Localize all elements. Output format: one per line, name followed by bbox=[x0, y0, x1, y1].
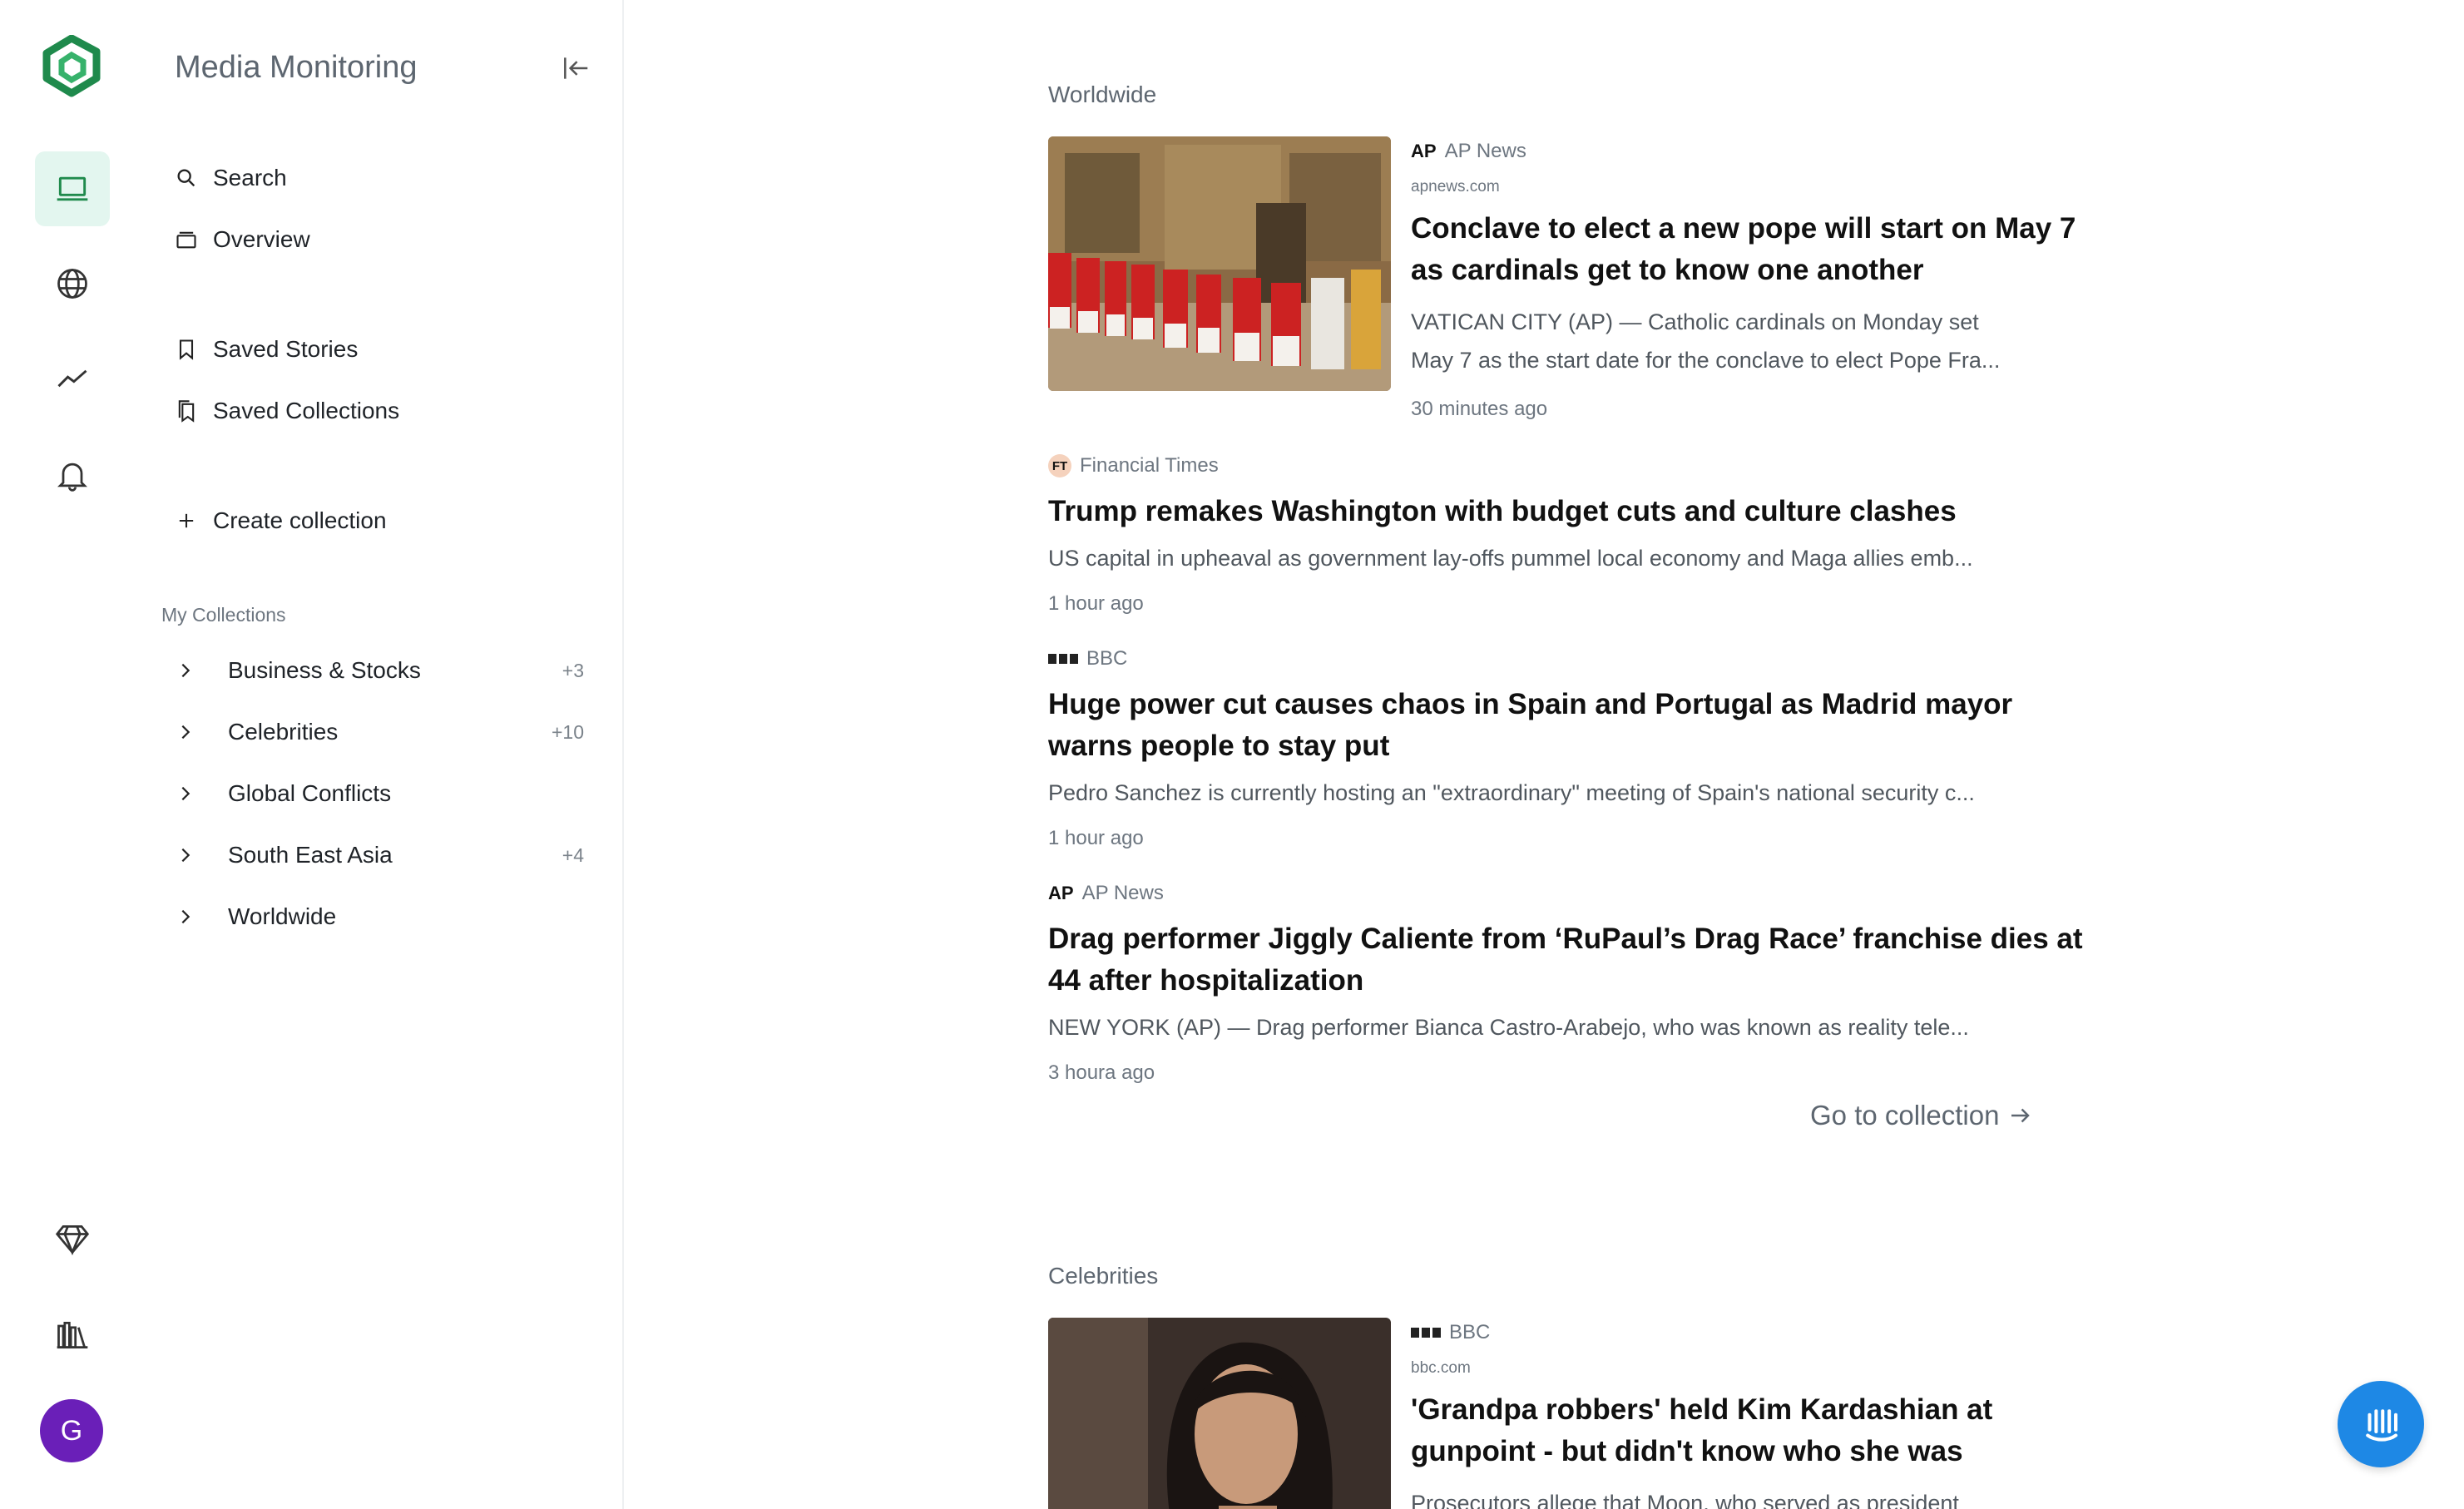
globe-icon[interactable] bbox=[35, 246, 110, 321]
go-to-collection-link[interactable]: Go to collection bbox=[1810, 1100, 2032, 1131]
chevron-right-icon bbox=[176, 908, 213, 926]
collection-label: South East Asia bbox=[228, 842, 393, 868]
story-time: 30 minutes ago bbox=[1411, 398, 1548, 420]
search-icon bbox=[177, 169, 195, 187]
ap-logo-icon: AP bbox=[1411, 141, 1437, 161]
story-snippet: VATICAN CITY (AP) — Catholic cardinals o… bbox=[1411, 309, 1979, 334]
collection-label: Worldwide bbox=[228, 903, 337, 929]
collection-item[interactable]: Global Conflicts bbox=[176, 770, 592, 817]
story-snippet: Prosecutors allege that Moon, who served… bbox=[1411, 1491, 1959, 1509]
story-headline[interactable]: Trump remakes Washington with budget cut… bbox=[1048, 491, 2096, 532]
story-source[interactable]: BBC bbox=[1048, 647, 1127, 670]
trend-icon[interactable] bbox=[35, 341, 110, 416]
story-time: 1 hour ago bbox=[1048, 592, 1144, 615]
source-name: AP News bbox=[1444, 140, 1526, 162]
bookmarks-icon bbox=[178, 400, 195, 423]
story-thumbnail[interactable] bbox=[1048, 1318, 1391, 1509]
nav-label: Create collection bbox=[213, 507, 387, 533]
go-to-collection-label: Go to collection bbox=[1810, 1100, 2000, 1131]
collection-heading: Worldwide bbox=[1048, 82, 1157, 107]
story-time: 3 houra ago bbox=[1048, 1061, 1155, 1084]
create-collection-button[interactable]: Create collection bbox=[175, 497, 387, 544]
collection-item[interactable]: Celebrities +10 bbox=[176, 709, 592, 755]
story-snippet: May 7 as the start date for the conclave… bbox=[1411, 348, 2001, 373]
sidebar: Media Monitoring Search Overview Saved S… bbox=[143, 0, 624, 1509]
assistant-icon bbox=[2366, 1409, 2398, 1442]
story-source[interactable]: FT Financial Times bbox=[1048, 454, 1219, 477]
story-source[interactable]: AP AP News bbox=[1411, 140, 1526, 163]
collection-item[interactable]: South East Asia +4 bbox=[176, 832, 592, 878]
story-snippet: Pedro Sanchez is currently hosting an "e… bbox=[1048, 780, 1975, 805]
collection-label: Celebrities bbox=[228, 719, 339, 745]
logo-icon[interactable] bbox=[40, 34, 103, 98]
story-time: 1 hour ago bbox=[1048, 827, 1144, 849]
story-source[interactable]: BBC bbox=[1411, 1321, 1490, 1344]
nav-label: Saved Collections bbox=[213, 398, 400, 423]
story-snippet: US capital in upheaval as government lay… bbox=[1048, 546, 1973, 571]
story-domain: bbc.com bbox=[1411, 1359, 1471, 1377]
collection-heading: Celebrities bbox=[1048, 1263, 1159, 1289]
my-collections-label: My Collections bbox=[161, 604, 286, 626]
collection-item[interactable]: Worldwide bbox=[176, 893, 592, 940]
source-name: BBC bbox=[1086, 647, 1128, 670]
chevron-right-icon bbox=[176, 723, 213, 741]
bell-icon[interactable] bbox=[35, 438, 110, 512]
source-name: Financial Times bbox=[1080, 454, 1219, 477]
story-domain: apnews.com bbox=[1411, 178, 1500, 195]
story-headline[interactable]: 'Grandpa robbers' held Kim Kardashian at… bbox=[1411, 1389, 2076, 1472]
icon-rail: G bbox=[0, 0, 145, 1509]
source-name: BBC bbox=[1449, 1321, 1491, 1343]
bbc-logo-icon bbox=[1048, 654, 1078, 664]
collection-label: Global Conflicts bbox=[228, 780, 392, 806]
nav-label: Saved Stories bbox=[213, 336, 359, 362]
chevron-right-icon bbox=[176, 784, 213, 803]
story-thumbnail[interactable] bbox=[1048, 136, 1391, 391]
bbc-logo-icon bbox=[1411, 1328, 1441, 1338]
plus-icon bbox=[179, 513, 194, 528]
story-headline[interactable]: Huge power cut causes chaos in Spain and… bbox=[1048, 684, 2096, 767]
nav-search[interactable]: Search bbox=[175, 155, 287, 201]
collection-count: +10 bbox=[551, 720, 584, 743]
story-headline[interactable]: Drag performer Jiggly Caliente from ‘RuP… bbox=[1048, 918, 2096, 1002]
overview-icon bbox=[176, 231, 196, 249]
nav-label: Overview bbox=[213, 226, 310, 252]
diamond-icon[interactable] bbox=[35, 1201, 110, 1276]
nav-label: Search bbox=[213, 165, 287, 190]
story-source[interactable]: AP AP News bbox=[1048, 882, 1164, 905]
story-headline[interactable]: Conclave to elect a new pope will start … bbox=[1411, 208, 2093, 291]
collection-count: +4 bbox=[562, 844, 584, 866]
chat-assistant-button[interactable] bbox=[2338, 1381, 2424, 1467]
arrow-right-icon bbox=[2011, 1108, 2031, 1123]
collapse-left-icon bbox=[564, 57, 588, 79]
ap-logo-icon: AP bbox=[1048, 883, 1074, 903]
laptop-icon[interactable] bbox=[35, 151, 110, 226]
chevron-right-icon bbox=[176, 661, 213, 680]
collection-count: +3 bbox=[562, 659, 584, 681]
collapse-sidebar-button[interactable] bbox=[556, 48, 596, 88]
nav-saved-stories[interactable]: Saved Stories bbox=[175, 326, 358, 373]
collection-label: Business & Stocks bbox=[228, 657, 421, 683]
collection-item[interactable]: Business & Stocks +3 bbox=[176, 647, 592, 694]
library-icon[interactable] bbox=[35, 1298, 110, 1373]
nav-overview[interactable]: Overview bbox=[175, 216, 310, 263]
app-title: Media Monitoring bbox=[175, 50, 418, 85]
source-name: AP News bbox=[1081, 882, 1164, 904]
ft-logo-icon: FT bbox=[1048, 454, 1071, 477]
avatar[interactable]: G bbox=[40, 1399, 103, 1462]
nav-saved-collections[interactable]: Saved Collections bbox=[175, 388, 399, 434]
story-snippet: NEW YORK (AP) — Drag performer Bianca Ca… bbox=[1048, 1015, 1969, 1040]
bookmark-icon bbox=[179, 339, 194, 360]
main-feed: Worldwide AP AP News apnews.com Conclave… bbox=[622, 0, 2464, 1509]
chevron-right-icon bbox=[176, 846, 213, 864]
